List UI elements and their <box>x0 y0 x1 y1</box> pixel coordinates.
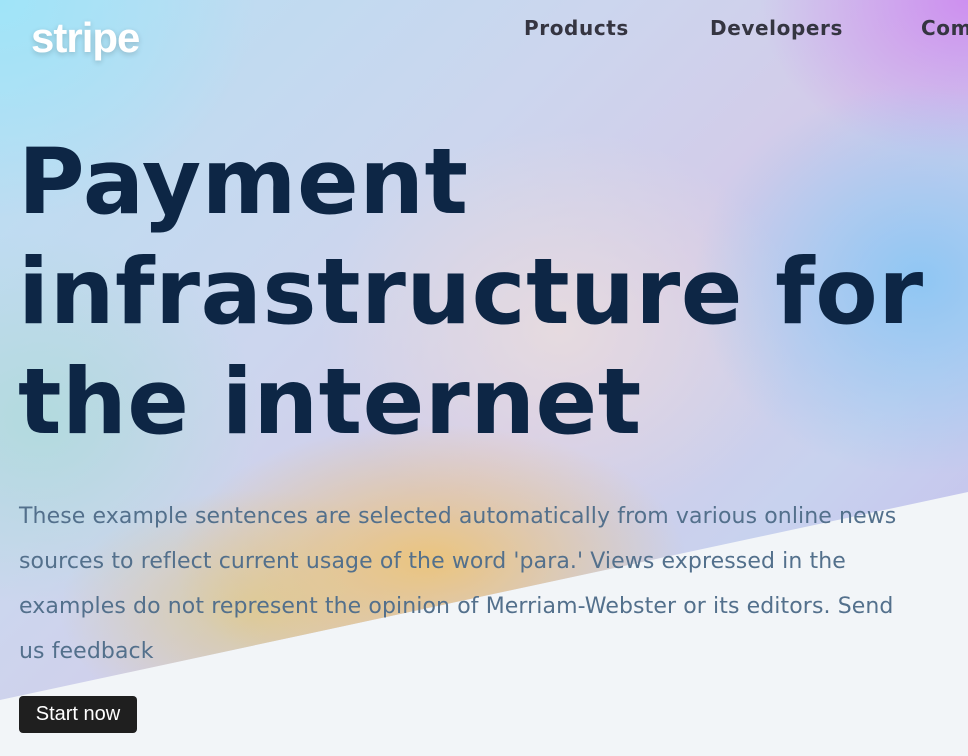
nav-item-developers[interactable]: Developers <box>710 14 843 42</box>
hero-description: These example sentences are selected aut… <box>19 504 897 664</box>
nav-item-products[interactable]: Products <box>524 14 629 42</box>
page: stripe Products Developers Com Payment i… <box>0 0 968 756</box>
start-now-button[interactable]: Start now <box>19 696 137 733</box>
hero-headline-line-2: infrastructure for <box>18 240 924 345</box>
hero-headline-line-1: Payment <box>18 130 469 235</box>
hero-headline: Payment infrastructure for the internet <box>18 128 968 458</box>
nav-item-company[interactable]: Com <box>921 14 968 42</box>
top-nav: Products Developers Com <box>0 14 968 44</box>
hero-headline-line-3: the internet <box>18 350 642 455</box>
